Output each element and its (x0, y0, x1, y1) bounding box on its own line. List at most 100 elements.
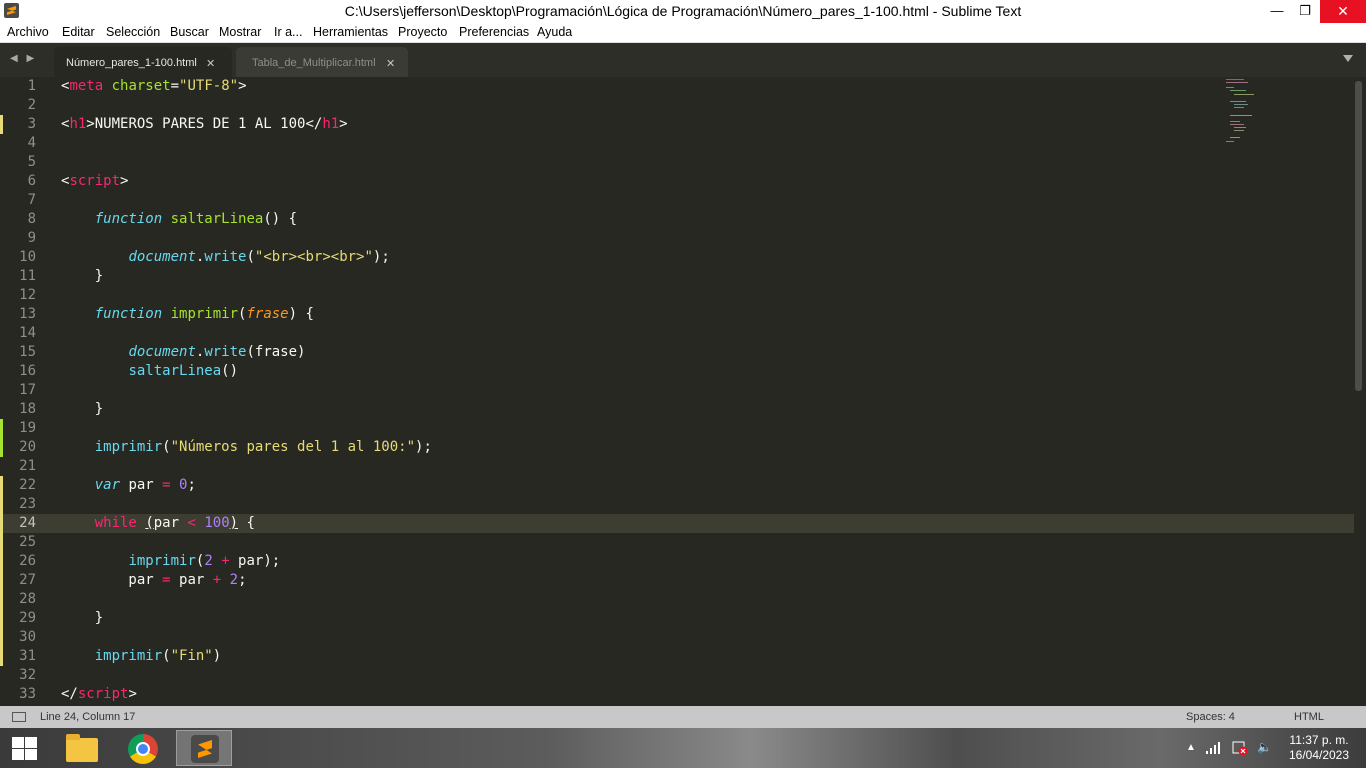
code-line[interactable]: 21 (0, 457, 1354, 476)
code-line[interactable]: 22 var par = 0; (0, 476, 1354, 495)
menu-preferencias[interactable]: Preferencias (459, 25, 529, 39)
code-text: } (61, 268, 103, 284)
code-line[interactable]: 30 (0, 628, 1354, 647)
code-line[interactable]: 6 <script> (0, 172, 1354, 191)
minimize-button[interactable]: — (1265, 0, 1289, 23)
line-number: 16 (19, 363, 36, 379)
panel-toggle-icon[interactable] (12, 712, 26, 722)
code-line[interactable]: 18 } (0, 400, 1354, 419)
code-line[interactable]: 17 (0, 381, 1354, 400)
code-line[interactable]: 19 (0, 419, 1354, 438)
system-clock[interactable]: 11:37 p. m. 16/04/2023 (1286, 733, 1352, 763)
network-signal-icon[interactable] (1206, 741, 1222, 755)
code-line[interactable]: 26 imprimir(2 + par); (0, 552, 1354, 571)
code-line[interactable]: 32 (0, 666, 1354, 685)
code-line[interactable]: 27 par = par + 2; (0, 571, 1354, 590)
code-line[interactable]: 14 (0, 324, 1354, 343)
code-line[interactable]: 7 (0, 191, 1354, 210)
code-token: function (94, 306, 163, 322)
indentation-setting[interactable]: Spaces: 4 (1186, 711, 1235, 723)
line-number: 6 (27, 173, 36, 189)
code-text: document.write("<br><br><br>"); (61, 249, 389, 265)
code-line[interactable]: 28 (0, 590, 1354, 609)
line-number: 18 (19, 401, 36, 417)
code-token: var (94, 477, 121, 493)
code-line[interactable]: 5 (0, 153, 1354, 172)
menu-seleccion[interactable]: Selección (106, 25, 160, 39)
code-token: ( (246, 249, 255, 265)
code-text: <meta charset="UTF-8"> (61, 78, 247, 94)
menu-mostrar[interactable]: Mostrar (219, 25, 261, 39)
line-number: 2 (27, 97, 36, 113)
line-number: 32 (19, 667, 36, 683)
menu-ir-a[interactable]: Ir a... (274, 25, 302, 39)
code-line[interactable]: 33 </script> (0, 685, 1354, 704)
menu-archivo[interactable]: Archivo (7, 25, 49, 39)
code-token: > (128, 686, 137, 702)
code-token: par (61, 572, 163, 588)
tab-close-icon[interactable]: ✕ (386, 57, 395, 70)
taskbar: ▲ 🔈 11:37 p. m. 16/04/2023 (0, 728, 1366, 768)
code-line[interactable]: 25 (0, 533, 1354, 552)
menu-ayuda[interactable]: Ayuda (537, 25, 572, 39)
menu-editar[interactable]: Editar (62, 25, 95, 39)
menu-proyecto[interactable]: Proyecto (398, 25, 447, 39)
code-line[interactable]: 29 } (0, 609, 1354, 628)
tab-close-icon[interactable]: ✕ (206, 57, 215, 70)
line-number: 13 (19, 306, 36, 322)
code-line[interactable]: 2 (0, 96, 1354, 115)
line-number: 24 (19, 515, 36, 531)
close-button[interactable]: ✕ (1320, 0, 1366, 23)
code-line[interactable]: 23 (0, 495, 1354, 514)
code-line[interactable]: 8 function saltarLinea() { (0, 210, 1354, 229)
code-line[interactable]: 9 (0, 229, 1354, 248)
code-token: par); (229, 553, 281, 569)
taskbar-sublime-text[interactable] (176, 730, 232, 766)
code-line[interactable]: 10 document.write("<br><br><br>"); (0, 248, 1354, 267)
code-line[interactable]: 15 document.write(frase) (0, 343, 1354, 362)
line-number: 3 (27, 116, 36, 132)
tab-tabla-multiplicar[interactable]: Tabla_de_Multiplicar.html ✕ (236, 47, 408, 77)
vertical-scrollbar[interactable] (1355, 81, 1362, 391)
tab-nav-arrows-icon[interactable]: ◀ ▶ (10, 53, 37, 64)
line-number: 11 (19, 268, 36, 284)
syntax-selector[interactable]: HTML (1294, 711, 1324, 723)
menu-herramientas[interactable]: Herramientas (313, 25, 388, 39)
tab-bar: ◀ ▶ Número_pares_1-100.html ✕ Tabla_de_M… (0, 43, 1366, 77)
code-line[interactable]: 4 (0, 134, 1354, 153)
code-token: h1 (322, 116, 340, 132)
code-token: (frase) (246, 344, 306, 360)
code-line[interactable]: 11 } (0, 267, 1354, 286)
taskbar-chrome[interactable] (116, 730, 172, 766)
code-line[interactable]: 24 while (par < 100) { (0, 514, 1354, 533)
clock-time: 11:37 p. m. (1289, 733, 1349, 747)
code-token: = (170, 78, 180, 94)
code-token: function (94, 211, 163, 227)
code-token: ( (145, 515, 154, 531)
line-number: 14 (19, 325, 36, 341)
code-token: } (61, 610, 104, 626)
code-line[interactable]: 12 (0, 286, 1354, 305)
menu-buscar[interactable]: Buscar (170, 25, 209, 39)
code-line[interactable]: 31 imprimir("Fin") (0, 647, 1354, 666)
no-internet-icon[interactable] (1232, 740, 1248, 756)
code-text: var par = 0; (61, 477, 196, 493)
volume-icon[interactable]: 🔈 (1257, 740, 1272, 754)
chrome-icon (128, 734, 158, 764)
maximize-button[interactable]: ❐ (1290, 0, 1320, 23)
tab-label: Tabla_de_Multiplicar.html (252, 57, 376, 69)
taskbar-file-explorer[interactable] (54, 730, 110, 766)
line-number: 21 (19, 458, 36, 474)
code-editor[interactable]: 1 <meta charset="UTF-8"> 2 3 <h1>NUMEROS PAR… (0, 77, 1366, 706)
windows-start-icon[interactable] (12, 737, 38, 760)
code-token: ) { (288, 306, 314, 322)
code-line[interactable]: 1 <meta charset="UTF-8"> (0, 77, 1354, 96)
code-line[interactable]: 13 function imprimir(frase) { (0, 305, 1354, 324)
tab-menu-chevron-icon[interactable] (1343, 55, 1353, 62)
code-token: "UTF-8" (179, 78, 239, 94)
tray-expand-icon[interactable]: ▲ (1186, 742, 1196, 753)
code-line[interactable]: 20 imprimir("Números pares del 1 al 100:… (0, 438, 1354, 457)
code-line[interactable]: 3 <h1>NUMEROS PARES DE 1 AL 100</h1> (0, 115, 1354, 134)
code-line[interactable]: 16 saltarLinea() (0, 362, 1354, 381)
tab-numero-pares[interactable]: Número_pares_1-100.html ✕ (54, 47, 232, 77)
